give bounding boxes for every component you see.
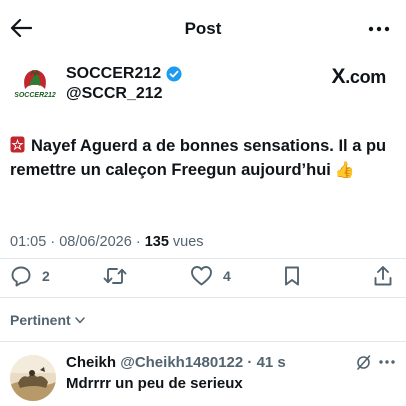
meta-separator: · (50, 234, 56, 250)
divider-middle (0, 297, 406, 298)
thumbs-up-emoji: 👍 (334, 162, 355, 179)
like-button[interactable]: 4 (190, 265, 231, 286)
reply-sort-label: Pertinent (10, 312, 71, 328)
views-count: 135 (144, 234, 169, 250)
post-author: SOCCER212 SOCCER212 @SCCR_212 X.com (0, 58, 406, 110)
author-avatar[interactable]: SOCCER212 (12, 62, 58, 108)
reply-separator: · (247, 354, 253, 371)
repost-icon (103, 268, 127, 284)
reply-icon (11, 266, 31, 287)
like-count: 4 (223, 267, 231, 284)
page-title: Post (184, 19, 222, 38)
heart-icon (191, 266, 212, 286)
share-button[interactable] (373, 265, 393, 287)
share-icon (374, 266, 392, 286)
chevron-down-icon (74, 316, 85, 323)
post-text: Nayef Aguerd a de bonnes sensations. Il … (10, 134, 402, 183)
reply-item[interactable]: Cheikh @Cheikh1480122 · 41 s Mdrrrr un p… (0, 345, 406, 406)
soccer212-logo: SOCCER212 (12, 62, 58, 108)
reply-more-button[interactable] (378, 353, 396, 376)
reply-author-handle[interactable]: @Cheikh1480122 (120, 354, 243, 371)
morocco-flag-icon (10, 136, 25, 153)
author-name[interactable]: SOCCER212 (66, 65, 182, 83)
meta-separator-2: · (135, 234, 141, 250)
x-logo-icon: X (331, 65, 346, 88)
reply-button[interactable]: 2 (10, 265, 50, 287)
post-time[interactable]: 01:05 (10, 234, 46, 250)
more-dots-icon (368, 26, 390, 32)
bookmark-button[interactable] (283, 265, 301, 287)
post-actions: 2 4 (0, 259, 406, 295)
grok-button[interactable] (355, 354, 372, 376)
views-label: vues (172, 234, 204, 250)
reply-header: Cheikh @Cheikh1480122 · 41 s (66, 354, 286, 371)
reply-avatar[interactable] (10, 355, 56, 401)
post-body: Nayef Aguerd a de bonnes sensations. Il … (10, 137, 387, 179)
post-date[interactable]: 08/06/2026 (59, 234, 132, 250)
verified-badge-icon (166, 66, 182, 82)
reply-text: Mdrrrr un peu de serieux (66, 375, 243, 392)
more-dots-icon (379, 360, 395, 364)
bookmark-icon (285, 266, 299, 286)
reply-count: 2 (42, 268, 50, 284)
more-options-button[interactable] (366, 16, 392, 42)
post-meta: 01:05 · 08/06/2026 · 135 vues (10, 234, 204, 250)
reply-sort-dropdown[interactable]: Pertinent (10, 312, 85, 328)
reply-avatar-image (10, 355, 56, 401)
top-bar: Post (0, 0, 406, 58)
source-link[interactable]: X.com (331, 65, 386, 89)
reply-time[interactable]: 41 s (257, 354, 286, 371)
repost-button[interactable] (103, 265, 137, 287)
author-name-text: SOCCER212 (66, 65, 162, 82)
divider-bottom (0, 341, 406, 342)
author-handle[interactable]: @SCCR_212 (66, 85, 163, 103)
source-label: .com (345, 67, 386, 87)
grok-icon (357, 355, 371, 370)
reply-author-name[interactable]: Cheikh (66, 354, 116, 371)
svg-text:SOCCER212: SOCCER212 (14, 92, 56, 99)
